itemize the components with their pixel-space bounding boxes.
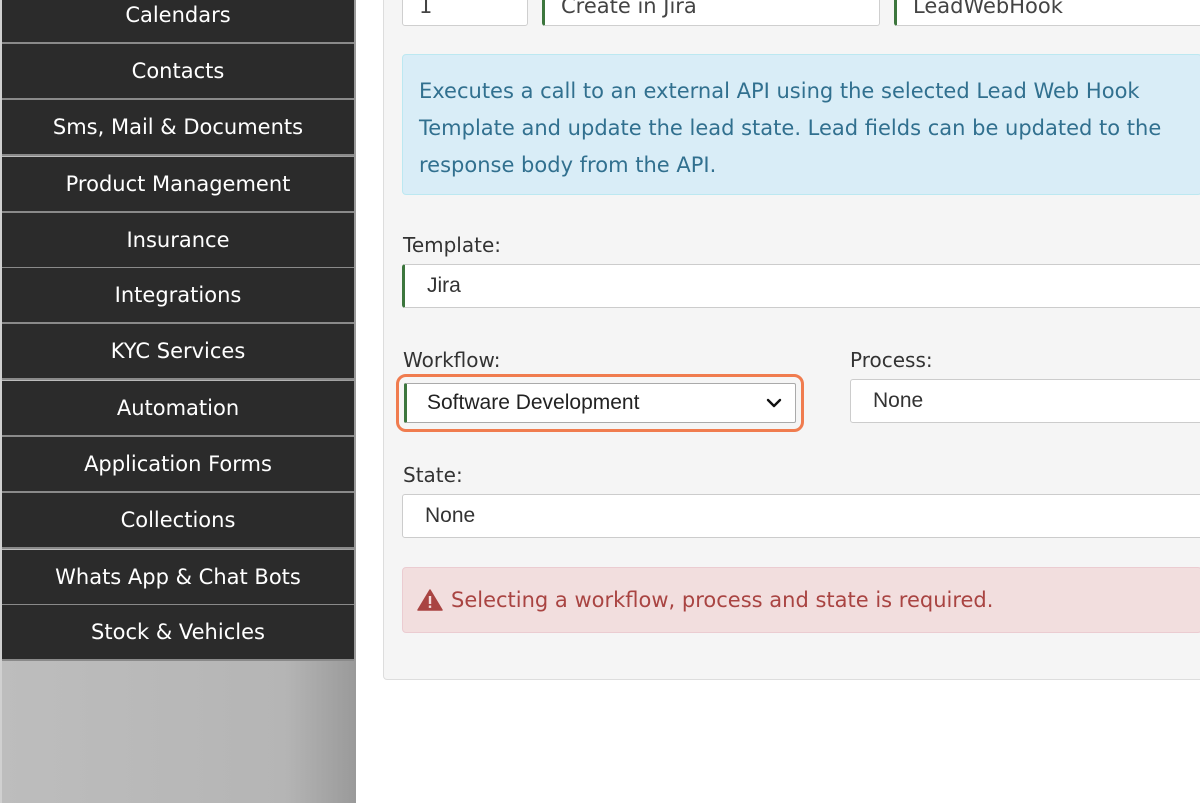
process-label: Process: xyxy=(850,348,933,372)
template-label: Template: xyxy=(403,233,501,257)
chevron-down-icon xyxy=(765,394,783,412)
template-value: Jira xyxy=(427,274,461,297)
sidebar-item-stock-vehicles[interactable]: Stock & Vehicles xyxy=(2,605,354,659)
state-label: State: xyxy=(403,463,463,487)
sidebar-item-kyc-services[interactable]: KYC Services xyxy=(2,324,354,378)
process-value: None xyxy=(873,389,924,412)
warning-icon xyxy=(417,588,443,612)
action-name-field[interactable]: Create in Jira xyxy=(542,0,880,26)
main-content: 1 Create in Jira LeadWebHook Executes a … xyxy=(356,0,1200,803)
sidebar-item-whats-app-chat-bots[interactable]: Whats App & Chat Bots xyxy=(2,550,354,604)
workflow-label: Workflow: xyxy=(403,348,501,372)
info-alert: Executes a call to an external API using… xyxy=(402,54,1200,195)
sidebar-item-integrations[interactable]: Integrations xyxy=(2,268,354,322)
sidebar-item-insurance[interactable]: Insurance xyxy=(2,213,354,267)
template-field[interactable]: Jira xyxy=(402,264,1200,308)
workflow-highlight: Software Development xyxy=(396,374,804,432)
state-value: None xyxy=(425,504,476,527)
order-field[interactable]: 1 xyxy=(402,0,528,26)
process-select[interactable]: None xyxy=(850,379,1200,423)
workflow-value: Software Development xyxy=(427,391,640,414)
sidebar-item-automation[interactable]: Automation xyxy=(2,381,354,435)
sidebar-item-application-forms[interactable]: Application Forms xyxy=(2,437,354,491)
sidebar-item-calendars[interactable]: Calendars xyxy=(2,0,354,42)
sidebar-item-collections[interactable]: Collections xyxy=(2,493,354,547)
state-select[interactable]: None xyxy=(402,494,1200,538)
sidebar-item-sms-mail-documents[interactable]: Sms, Mail & Documents xyxy=(2,100,354,154)
workflow-select[interactable]: Software Development xyxy=(404,383,796,423)
error-text: Selecting a workflow, process and state … xyxy=(451,588,994,612)
sidebar-item-product-management[interactable]: Product Management xyxy=(2,157,354,211)
action-type-field[interactable]: LeadWebHook xyxy=(894,0,1200,26)
error-alert: Selecting a workflow, process and state … xyxy=(402,567,1200,633)
sidebar-item-contacts[interactable]: Contacts xyxy=(2,44,354,98)
info-text: Executes a call to an external API using… xyxy=(419,79,1162,177)
sidebar: Calendars Contacts Sms, Mail & Documents… xyxy=(0,0,356,803)
